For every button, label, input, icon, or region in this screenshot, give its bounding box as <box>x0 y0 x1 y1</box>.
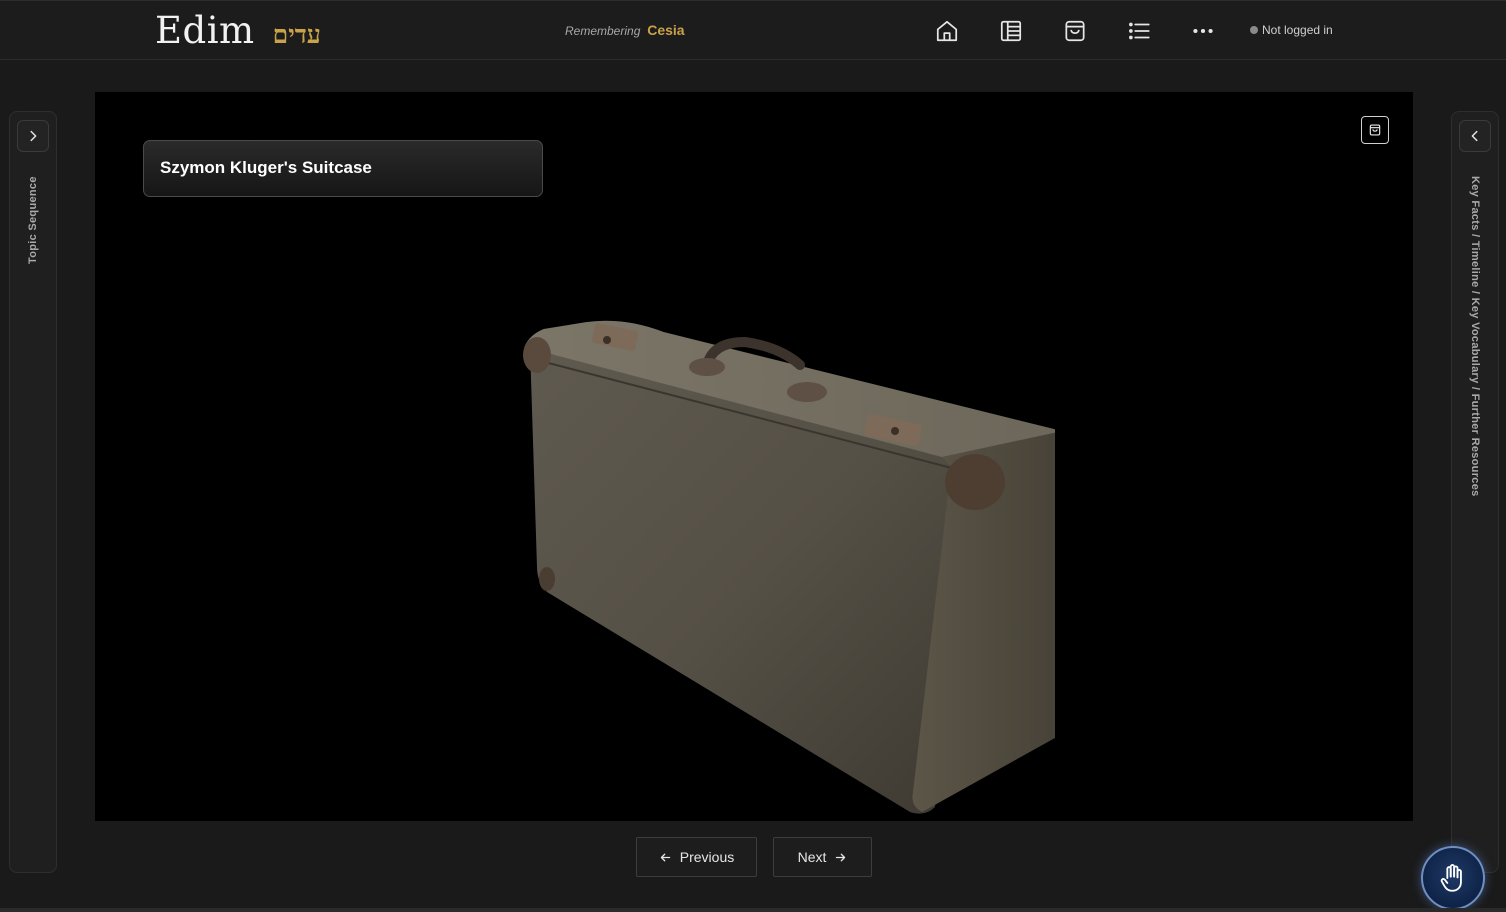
next-label: Next <box>797 849 827 865</box>
home-icon[interactable] <box>934 18 960 44</box>
hand-icon <box>1440 864 1462 892</box>
topic-sequence-label[interactable]: Topic Sequence <box>27 176 39 266</box>
list-icon[interactable] <box>1126 18 1152 44</box>
book-icon[interactable] <box>998 18 1024 44</box>
status-dot-icon <box>1250 26 1258 34</box>
remembering-name[interactable]: Cesia <box>647 22 684 38</box>
logo-text: Edim <box>155 9 255 52</box>
bag-icon <box>1369 124 1381 136</box>
expand-right-panel-button[interactable] <box>1459 120 1491 152</box>
hand-tool-button[interactable] <box>1421 846 1485 910</box>
login-status-text: Not logged in <box>1262 23 1333 37</box>
expand-left-panel-button[interactable] <box>17 120 49 152</box>
more-icon[interactable] <box>1190 18 1216 44</box>
top-header: Edim עדים Remembering Cesia Not logged i… <box>0 0 1506 60</box>
chevron-right-icon <box>30 130 37 142</box>
bag-icon[interactable] <box>1062 18 1088 44</box>
key-facts-panel: Key Facts / Timeline / Key Vocabulary / … <box>1451 111 1499 873</box>
object-viewer[interactable]: Szymon Kluger's Suitcase <box>95 92 1413 821</box>
site-logo[interactable]: Edim עדים <box>155 9 321 52</box>
remembering-label: Remembering Cesia <box>565 22 685 38</box>
login-status[interactable]: Not logged in <box>1250 23 1333 37</box>
bottom-divider <box>0 908 1506 912</box>
logo-hebrew-text: עדים <box>272 20 321 49</box>
arrow-left-icon <box>660 853 670 861</box>
suitcase-image <box>523 320 1055 814</box>
add-to-bag-button[interactable] <box>1361 116 1389 144</box>
object-title: Szymon Kluger's Suitcase <box>143 140 543 197</box>
chevron-left-icon <box>1471 130 1478 142</box>
previous-button[interactable]: Previous <box>636 837 757 877</box>
remembering-prefix: Remembering <box>565 24 641 38</box>
previous-label: Previous <box>679 849 735 865</box>
arrow-right-icon <box>836 853 846 861</box>
topic-sequence-panel: Topic Sequence <box>9 111 57 873</box>
next-button[interactable]: Next <box>773 837 872 877</box>
key-facts-label[interactable]: Key Facts / Timeline / Key Vocabulary / … <box>1469 176 1481 497</box>
